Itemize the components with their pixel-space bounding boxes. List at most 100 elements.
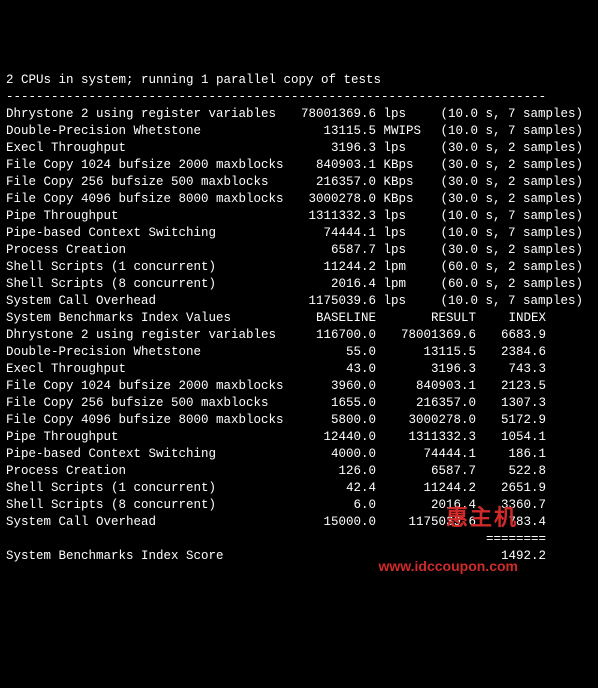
test-row: File Copy 4096 bufsize 8000 maxblocks300…: [6, 191, 592, 208]
index-result: 216357.0: [376, 395, 476, 412]
score-label: System Benchmarks Index Score: [6, 548, 296, 565]
index-row: Execl Throughput43.03196.3743.3: [6, 361, 592, 378]
test-row: Double-Precision Whetstone13115.5 MWIPS …: [6, 123, 592, 140]
test-timing: (30.0 s, 2 samples): [441, 242, 591, 259]
index-name: File Copy 1024 bufsize 2000 maxblocks: [6, 378, 296, 395]
test-name: File Copy 1024 bufsize 2000 maxblocks: [6, 157, 296, 174]
test-value: 6587.7: [296, 242, 376, 259]
test-unit: lpm: [384, 276, 426, 293]
index-row: Process Creation126.06587.7522.8: [6, 463, 592, 480]
test-name: Pipe-based Context Switching: [6, 225, 296, 242]
terminal-output: 2 CPUs in system; running 1 parallel cop…: [6, 72, 592, 565]
test-row: File Copy 256 bufsize 500 maxblocks21635…: [6, 174, 592, 191]
test-name: Double-Precision Whetstone: [6, 123, 296, 140]
index-baseline: 55.0: [296, 344, 376, 361]
index-index: 1054.1: [476, 429, 546, 446]
index-index: 1307.3: [476, 395, 546, 412]
test-value: 840903.1: [296, 157, 376, 174]
test-name: System Call Overhead: [6, 293, 296, 310]
index-result: 13115.5: [376, 344, 476, 361]
index-row: File Copy 1024 bufsize 2000 maxblocks396…: [6, 378, 592, 395]
index-index: 783.4: [476, 514, 546, 531]
index-header-row: System Benchmarks Index ValuesBASELINERE…: [6, 310, 592, 327]
test-unit: lps: [384, 106, 426, 123]
index-result: 1311332.3: [376, 429, 476, 446]
index-index: 186.1: [476, 446, 546, 463]
test-unit: lpm: [384, 259, 426, 276]
test-timing: (10.0 s, 7 samples): [441, 106, 591, 123]
test-timing: (60.0 s, 2 samples): [441, 276, 591, 293]
header-line: 2 CPUs in system; running 1 parallel cop…: [6, 72, 592, 89]
test-name: Execl Throughput: [6, 140, 296, 157]
index-baseline: 42.4: [296, 480, 376, 497]
test-name: Shell Scripts (8 concurrent): [6, 276, 296, 293]
index-result: 74444.1: [376, 446, 476, 463]
test-unit: lps: [384, 140, 426, 157]
test-unit: KBps: [384, 191, 426, 208]
index-result: 3000278.0: [376, 412, 476, 429]
index-row: File Copy 4096 bufsize 8000 maxblocks580…: [6, 412, 592, 429]
divider-line: ----------------------------------------…: [6, 89, 592, 106]
test-timing: (30.0 s, 2 samples): [441, 174, 591, 191]
index-header-baseline: BASELINE: [296, 310, 376, 327]
index-index: 3360.7: [476, 497, 546, 514]
index-result: 6587.7: [376, 463, 476, 480]
test-timing: (30.0 s, 2 samples): [441, 191, 591, 208]
score-value: 1492.2: [476, 548, 546, 565]
index-row: Pipe Throughput12440.01311332.31054.1: [6, 429, 592, 446]
index-name: System Call Overhead: [6, 514, 296, 531]
index-baseline: 5800.0: [296, 412, 376, 429]
test-timing: (30.0 s, 2 samples): [441, 157, 591, 174]
index-baseline: 12440.0: [296, 429, 376, 446]
test-timing: (10.0 s, 7 samples): [441, 208, 591, 225]
test-row: Shell Scripts (8 concurrent)2016.4 lpm (…: [6, 276, 592, 293]
index-name: File Copy 4096 bufsize 8000 maxblocks: [6, 412, 296, 429]
index-baseline: 4000.0: [296, 446, 376, 463]
test-row: Pipe-based Context Switching74444.1 lps …: [6, 225, 592, 242]
index-index: 2651.9: [476, 480, 546, 497]
index-baseline: 6.0: [296, 497, 376, 514]
index-row: File Copy 256 bufsize 500 maxblocks1655.…: [6, 395, 592, 412]
index-result: 11244.2: [376, 480, 476, 497]
separator-row: ========: [6, 531, 592, 548]
index-result: 2016.4: [376, 497, 476, 514]
index-row: Double-Precision Whetstone55.013115.5238…: [6, 344, 592, 361]
index-row: Shell Scripts (8 concurrent)6.02016.4336…: [6, 497, 592, 514]
test-unit: MWIPS: [384, 123, 426, 140]
test-value: 2016.4: [296, 276, 376, 293]
test-unit: lps: [384, 208, 426, 225]
test-value: 1311332.3: [296, 208, 376, 225]
test-unit: KBps: [384, 157, 426, 174]
index-index: 5172.9: [476, 412, 546, 429]
index-baseline: 43.0: [296, 361, 376, 378]
test-timing: (10.0 s, 7 samples): [441, 225, 591, 242]
test-value: 1175039.6: [296, 293, 376, 310]
test-name: File Copy 4096 bufsize 8000 maxblocks: [6, 191, 296, 208]
index-index: 6683.9: [476, 327, 546, 344]
test-name: Shell Scripts (1 concurrent): [6, 259, 296, 276]
index-result: 840903.1: [376, 378, 476, 395]
test-row: Shell Scripts (1 concurrent)11244.2 lpm …: [6, 259, 592, 276]
index-name: Double-Precision Whetstone: [6, 344, 296, 361]
index-index: 2123.5: [476, 378, 546, 395]
test-timing: (30.0 s, 2 samples): [441, 140, 591, 157]
index-name: Shell Scripts (8 concurrent): [6, 497, 296, 514]
test-unit: lps: [384, 242, 426, 259]
score-row: System Benchmarks Index Score 1492.2: [6, 548, 592, 565]
index-name: Dhrystone 2 using register variables: [6, 327, 296, 344]
index-baseline: 126.0: [296, 463, 376, 480]
index-row: System Call Overhead15000.01175039.6783.…: [6, 514, 592, 531]
test-value: 78001369.6: [296, 106, 376, 123]
separator: ========: [476, 531, 546, 548]
index-baseline: 15000.0: [296, 514, 376, 531]
index-result: 3196.3: [376, 361, 476, 378]
test-value: 216357.0: [296, 174, 376, 191]
test-unit: lps: [384, 225, 426, 242]
index-name: Process Creation: [6, 463, 296, 480]
index-name: Pipe Throughput: [6, 429, 296, 446]
index-index: 743.3: [476, 361, 546, 378]
index-header-result: RESULT: [376, 310, 476, 327]
test-row: Pipe Throughput1311332.3 lps (10.0 s, 7 …: [6, 208, 592, 225]
test-value: 3196.3: [296, 140, 376, 157]
test-row: Execl Throughput3196.3 lps (30.0 s, 2 sa…: [6, 140, 592, 157]
